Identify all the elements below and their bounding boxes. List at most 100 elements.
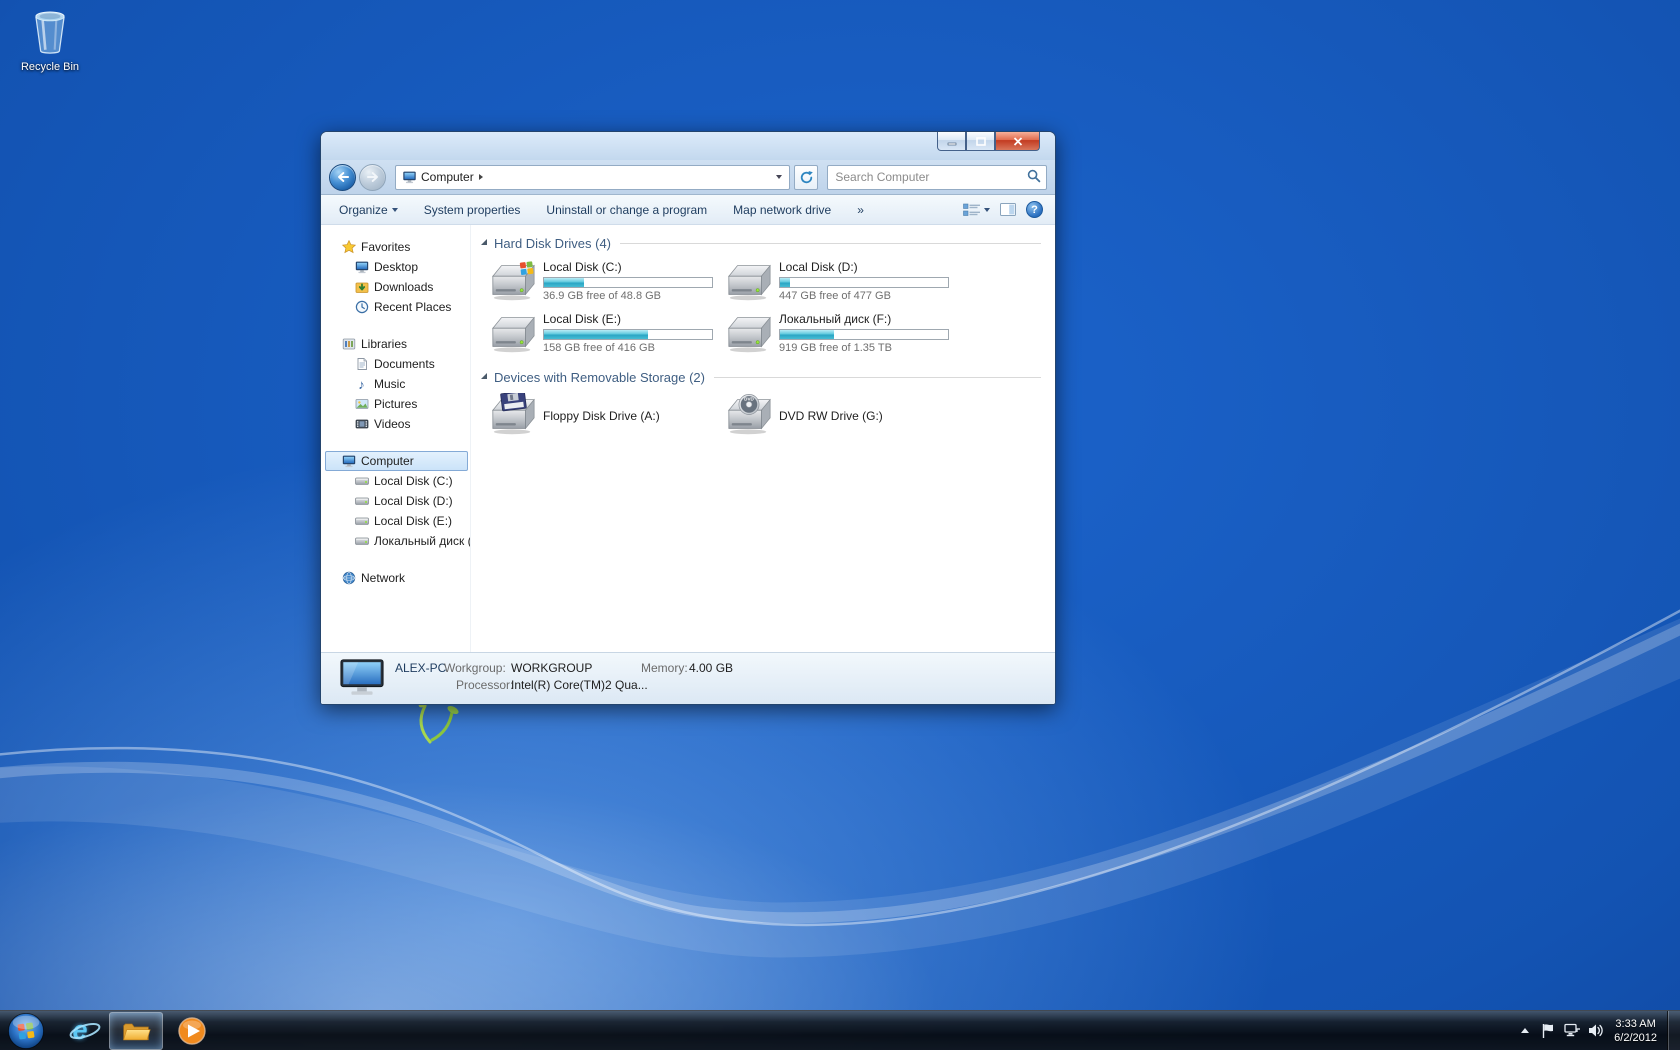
sidebar-network[interactable]: Network bbox=[321, 568, 470, 588]
search-box[interactable] bbox=[827, 165, 1047, 190]
capacity-bar bbox=[779, 277, 949, 288]
sidebar-item-label: Pictures bbox=[374, 397, 417, 411]
search-icon[interactable] bbox=[1027, 169, 1041, 186]
drive-tile-local-disk-f[interactable]: Локальный диск (F:) 919 GB free of 1.35 … bbox=[725, 311, 961, 357]
device-tile-floppy-a[interactable]: Floppy Disk Drive (A:) bbox=[489, 393, 725, 439]
collapse-arrow-icon bbox=[481, 373, 487, 379]
sidebar-item-recent-places[interactable]: Recent Places bbox=[321, 297, 470, 317]
map-network-drive-button[interactable]: Map network drive bbox=[733, 203, 831, 217]
details-pane: ALEX-PC Workgroup: WORKGROUP Memory: 4.0… bbox=[321, 652, 1055, 704]
document-icon bbox=[354, 357, 369, 372]
capacity-bar bbox=[543, 329, 713, 340]
close-button[interactable] bbox=[995, 132, 1040, 151]
drive-tile-local-disk-e[interactable]: Local Disk (E:) 158 GB free of 416 GB bbox=[489, 311, 725, 357]
sidebar-label: Libraries bbox=[361, 337, 407, 351]
sidebar-computer[interactable]: Computer bbox=[325, 451, 468, 471]
workgroup-label: Workgroup: bbox=[444, 661, 506, 675]
start-button[interactable] bbox=[0, 1011, 52, 1050]
device-tile-dvd-g[interactable]: DVD DVD RW Drive (G:) bbox=[725, 393, 961, 439]
sidebar-item-local-disk-f[interactable]: Локальный диск (F: bbox=[321, 531, 470, 551]
taskbar: e bbox=[0, 1010, 1680, 1050]
address-dropdown-button[interactable] bbox=[770, 167, 787, 188]
breadcrumb-label: Computer bbox=[421, 170, 474, 184]
taskbar-media-player-button[interactable] bbox=[165, 1012, 219, 1050]
desktop-monitor-icon bbox=[354, 260, 369, 275]
tray-expand-button[interactable] bbox=[1514, 1011, 1536, 1050]
organize-menu[interactable]: Organize bbox=[339, 203, 398, 217]
capacity-bar bbox=[543, 277, 713, 288]
memory-value: 4.00 GB bbox=[689, 661, 733, 675]
preview-pane-button[interactable] bbox=[1000, 203, 1016, 216]
volume-icon[interactable] bbox=[1584, 1011, 1608, 1050]
sidebar-item-local-disk-d[interactable]: Local Disk (D:) bbox=[321, 491, 470, 511]
back-button[interactable] bbox=[329, 164, 356, 191]
group-header-hard-disk-drives[interactable]: Hard Disk Drives (4) bbox=[481, 233, 1047, 253]
search-input[interactable] bbox=[835, 170, 1027, 184]
drive-icon bbox=[354, 494, 369, 509]
refresh-button[interactable] bbox=[794, 165, 818, 190]
sidebar-item-desktop[interactable]: Desktop bbox=[321, 257, 470, 277]
forward-arrow-icon bbox=[365, 169, 381, 185]
address-bar[interactable]: Computer bbox=[395, 165, 790, 190]
drive-tile-local-disk-d[interactable]: Local Disk (D:) 447 GB free of 477 GB bbox=[725, 259, 961, 305]
minimize-button[interactable] bbox=[937, 132, 966, 151]
music-note-icon: ♪ bbox=[354, 377, 369, 392]
sidebar-item-local-disk-c[interactable]: Local Disk (C:) bbox=[321, 471, 470, 491]
file-list-pane: Hard Disk Drives (4) bbox=[471, 225, 1055, 652]
system-properties-button[interactable]: System properties bbox=[424, 203, 521, 217]
help-button[interactable]: ? bbox=[1026, 201, 1043, 218]
hard-drive-icon bbox=[725, 259, 773, 303]
sidebar-item-local-disk-e[interactable]: Local Disk (E:) bbox=[321, 511, 470, 531]
system-tray: 3:33 AM 6/2/2012 bbox=[1514, 1011, 1680, 1050]
folder-icon bbox=[121, 1018, 151, 1044]
navigation-bar: Computer bbox=[321, 160, 1055, 195]
sidebar-item-downloads[interactable]: Downloads bbox=[321, 277, 470, 297]
clock-time: 3:33 AM bbox=[1614, 1017, 1657, 1031]
processor-label: Processor: bbox=[456, 678, 513, 692]
clock-date: 6/2/2012 bbox=[1614, 1031, 1657, 1045]
refresh-icon bbox=[799, 170, 814, 185]
change-view-button[interactable] bbox=[963, 203, 990, 217]
taskbar-clock[interactable]: 3:33 AM 6/2/2012 bbox=[1614, 1017, 1657, 1045]
sidebar-libraries[interactable]: Libraries bbox=[321, 334, 470, 354]
uninstall-program-button[interactable]: Uninstall or change a program bbox=[546, 203, 707, 217]
recycle-bin[interactable]: Recycle Bin bbox=[6, 8, 94, 73]
desktop-wallpaper: Recycle Bin bbox=[0, 0, 1680, 1050]
sidebar-item-pictures[interactable]: Pictures bbox=[321, 394, 470, 414]
drive-icon bbox=[354, 534, 369, 549]
sidebar-item-label: Documents bbox=[374, 357, 435, 371]
computer-name: ALEX-PC bbox=[395, 661, 446, 675]
libraries-icon bbox=[341, 337, 356, 352]
taskbar-explorer-button[interactable] bbox=[109, 1012, 163, 1050]
recycle-bin-label: Recycle Bin bbox=[6, 61, 94, 73]
sidebar-item-label: Local Disk (D:) bbox=[374, 494, 453, 508]
toolbar-overflow-button[interactable]: » bbox=[857, 203, 864, 217]
forward-button[interactable] bbox=[359, 164, 386, 191]
explorer-window: Computer bbox=[320, 131, 1056, 705]
windows-orb-icon bbox=[7, 1012, 45, 1050]
sidebar-item-music[interactable]: ♪ Music bbox=[321, 374, 470, 394]
maximize-button[interactable] bbox=[966, 132, 995, 151]
sidebar-item-videos[interactable]: Videos bbox=[321, 414, 470, 434]
window-titlebar[interactable] bbox=[321, 132, 1055, 160]
command-toolbar: Organize System properties Uninstall or … bbox=[321, 195, 1055, 225]
capacity-bar bbox=[779, 329, 949, 340]
floppy-drive-icon bbox=[489, 393, 537, 437]
preview-pane-icon bbox=[1000, 203, 1016, 216]
clock-icon bbox=[354, 300, 369, 315]
network-icon[interactable] bbox=[1560, 1011, 1584, 1050]
sidebar-label: Network bbox=[361, 571, 405, 585]
computer-icon bbox=[402, 170, 417, 185]
network-globe-icon bbox=[341, 571, 356, 586]
drive-tile-local-disk-c[interactable]: Local Disk (C:) 36.9 GB free of 48.8 GB bbox=[489, 259, 725, 305]
breadcrumb-computer[interactable]: Computer bbox=[417, 168, 487, 186]
sidebar-item-documents[interactable]: Documents bbox=[321, 354, 470, 374]
taskbar-ie-button[interactable]: e bbox=[53, 1012, 107, 1050]
show-desktop-button[interactable] bbox=[1667, 1011, 1680, 1050]
group-header-removable-storage[interactable]: Devices with Removable Storage (2) bbox=[481, 367, 1047, 387]
action-center-flag-icon[interactable] bbox=[1536, 1011, 1560, 1050]
sidebar-favorites[interactable]: Favorites bbox=[321, 237, 470, 257]
media-player-icon bbox=[177, 1016, 207, 1046]
sidebar-item-label: Local Disk (C:) bbox=[374, 474, 453, 488]
picture-icon bbox=[354, 397, 369, 412]
